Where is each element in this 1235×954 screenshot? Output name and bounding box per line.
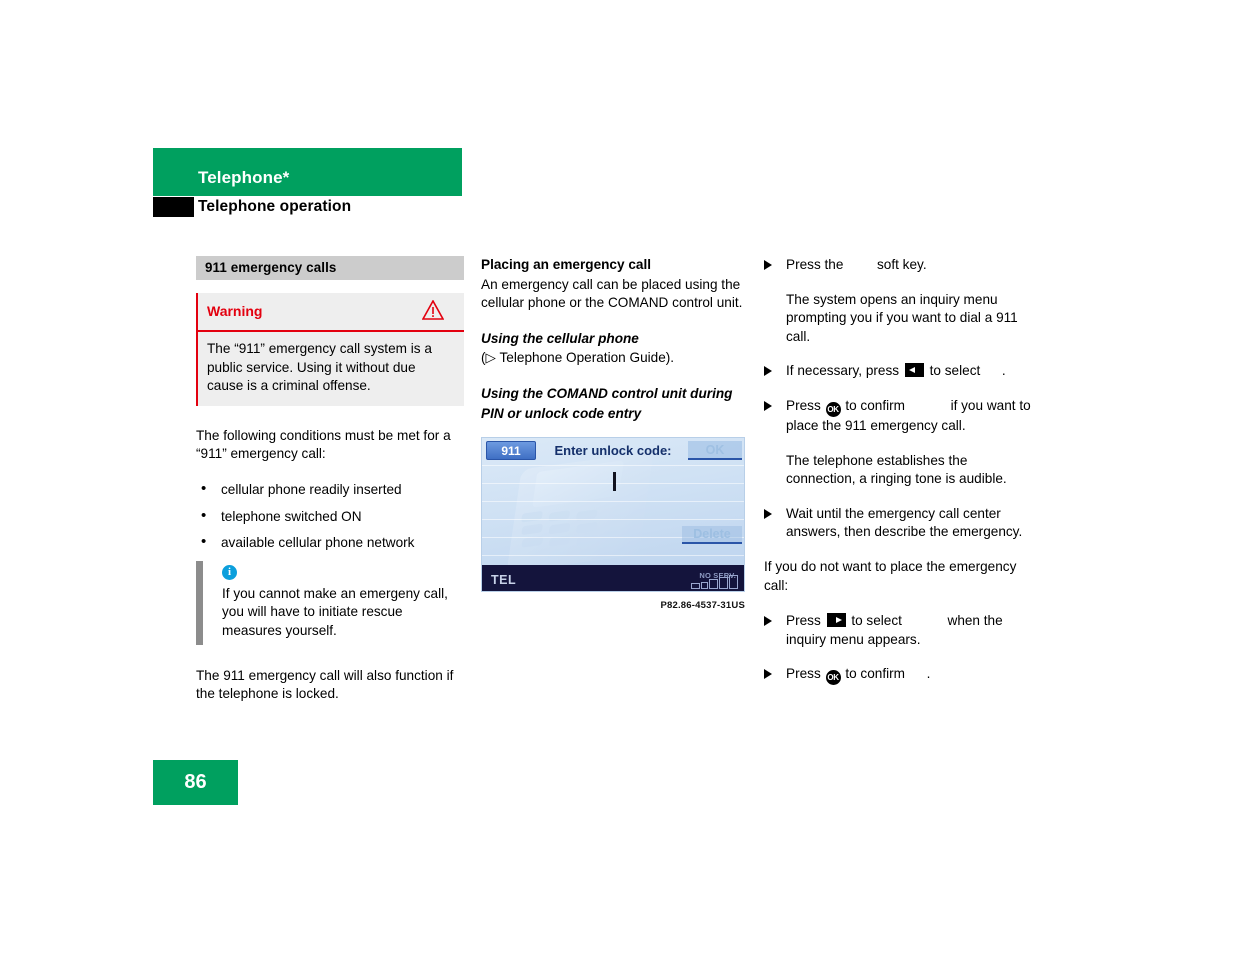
step-press-ok-confirm-yes: Press OK to confirm if you want to place… xyxy=(764,397,1032,436)
warning-body: The “911” emergency call system is a pub… xyxy=(207,341,432,394)
ok-button-icon: OK xyxy=(825,401,841,417)
page-number: 86 xyxy=(153,760,238,805)
comand-top-bar: 911 Enter unlock code: OK xyxy=(482,438,744,464)
step-text-after: soft key. xyxy=(876,257,927,272)
step-text-mid: to confirm xyxy=(845,397,905,413)
conditions-list: cellular phone readily inserted telephon… xyxy=(196,480,464,553)
step-result-connection: The telephone establishes the connection… xyxy=(786,452,1007,487)
step-press-911-softkey: Press the soft key. xyxy=(764,256,1032,275)
list-item: available cellular phone network xyxy=(196,533,464,553)
step-arrow-icon xyxy=(764,400,772,411)
list-item: cellular phone readily inserted xyxy=(196,480,464,500)
cancel-intro: If you do not want to place the emergenc… xyxy=(764,558,1017,593)
step-text-after: . xyxy=(1001,363,1006,379)
phone-illustration xyxy=(494,451,694,573)
placing-call-heading: Placing an emergency call xyxy=(481,257,652,272)
placing-call-paragraph: An emergency call can be placed using th… xyxy=(481,276,743,311)
note-box: i If you cannot make an emergeny call, y… xyxy=(196,560,464,645)
info-icon: i xyxy=(222,564,237,580)
section-marker-block xyxy=(153,197,194,217)
step-text-mid: to select xyxy=(929,363,981,379)
step-text-before: Press xyxy=(786,397,821,413)
right-column: Press the soft key. The system opens an … xyxy=(764,256,1032,701)
step-wait-for-call-center: Wait until the emergency call center ans… xyxy=(764,505,1032,542)
comand-status-bar: TEL NO SERV. xyxy=(482,565,744,592)
warning-triangle-icon xyxy=(421,299,445,320)
step-text-before: Press xyxy=(786,666,821,682)
delete-softkey[interactable]: Delete xyxy=(682,526,742,545)
manual-page: Telephone* Telephone operation 911 emerg… xyxy=(0,0,1235,954)
section-title: Telephone operation xyxy=(198,198,352,215)
left-column: 911 emergency calls Warning The “911” em… xyxy=(196,256,464,721)
step-press-ok-confirm-no: Press OK to confirm . xyxy=(764,665,1032,686)
tel-mode-label: TEL xyxy=(491,573,517,588)
subsection-heading: 911 emergency calls xyxy=(196,256,464,280)
step-text-mid: to select xyxy=(851,613,902,629)
step-text-after: if you want to place the 911 emergency c… xyxy=(786,397,1031,433)
ok-softkey[interactable]: OK xyxy=(688,441,742,461)
step-arrow-icon xyxy=(764,508,772,519)
figure-caption: P82.86-4537-31US xyxy=(660,600,745,612)
step-result-inquiry-menu: The system opens an inquiry menu prompti… xyxy=(786,291,1018,344)
step-arrow-icon xyxy=(764,669,772,680)
right-arrow-key-icon xyxy=(826,613,846,628)
step-text: Wait until the emergency call center ans… xyxy=(786,505,1023,540)
step-press-left-arrow: If necessary, press to select . xyxy=(764,362,1032,381)
note-sidebar xyxy=(196,560,203,645)
closing-paragraph: The 911 emergency call will also functio… xyxy=(196,667,454,702)
note-text: If you cannot make an emergeny call, you… xyxy=(222,585,448,638)
middle-column: Placing an emergency call An emergency c… xyxy=(481,256,749,616)
using-comand-heading-line2: PIN or unlock code entry xyxy=(481,405,642,421)
conditions-intro: The following conditions must be met for… xyxy=(196,427,451,462)
signal-strength-icon xyxy=(691,575,738,590)
chapter-title: Telephone* xyxy=(198,168,290,187)
section-header: Telephone operation xyxy=(153,196,462,222)
using-comand-heading-line1: Using the COMAND control unit during xyxy=(481,385,733,401)
step-arrow-icon xyxy=(764,366,772,377)
step-text-mid: to confirm xyxy=(845,666,905,682)
chapter-banner: Telephone* xyxy=(153,148,462,196)
using-cellular-phone-text: (▷ Telephone Operation Guide). xyxy=(481,350,675,366)
step-arrow-icon xyxy=(764,260,772,270)
warning-box: Warning The “911” emergency call system … xyxy=(196,293,464,406)
list-item: telephone switched ON xyxy=(196,507,464,527)
comand-screen: 911 Enter unlock code: OK Delete TEL NO … xyxy=(481,437,745,593)
step-text-after: . xyxy=(926,666,931,682)
step-text-before: If necessary, press xyxy=(786,363,900,379)
left-arrow-key-icon xyxy=(904,363,924,378)
step-arrow-icon xyxy=(764,616,772,627)
ok-button-icon: OK xyxy=(825,670,841,686)
text-caret xyxy=(613,472,616,492)
step-press-right-arrow: Press to select when the inquiry menu ap… xyxy=(764,612,1032,649)
warning-header: Warning xyxy=(198,293,464,332)
comand-figure: 911 Enter unlock code: OK Delete TEL NO … xyxy=(481,437,745,616)
warning-label: Warning xyxy=(207,303,263,319)
step-text-before: Press xyxy=(786,613,821,629)
using-cellular-phone-heading: Using the cellular phone xyxy=(481,330,639,346)
step-text-before: Press the xyxy=(786,257,844,272)
